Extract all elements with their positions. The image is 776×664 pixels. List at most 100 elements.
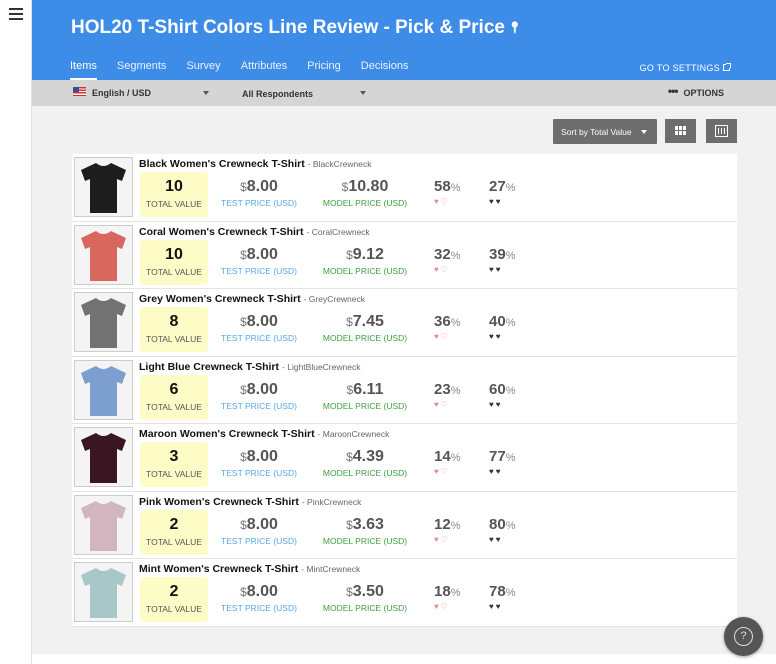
dislike-value: 40 — [489, 313, 506, 330]
test-price: $8.00 TEST PRICE (USD) — [214, 178, 304, 208]
model-price-value: 3.63 — [352, 515, 384, 533]
like-value: 14 — [434, 448, 451, 465]
item-name: Pink Women's Crewneck T-Shirt - PinkCrewn… — [139, 495, 362, 508]
item-name: Coral Women's Crewneck T-Shirt - CoralCre… — [139, 225, 370, 238]
item-row[interactable]: Grey Women's Crewneck T-Shirt - GreyCrewn… — [72, 289, 737, 357]
total-value-label: TOTAL VALUE — [146, 199, 202, 209]
like-value: 58 — [434, 178, 451, 195]
test-price: $8.00 TEST PRICE (USD) — [214, 448, 304, 478]
sort-dropdown[interactable]: Sort by Total Value — [553, 119, 657, 144]
dislike-value: 80 — [489, 515, 506, 533]
item-row[interactable]: Black Women's Crewneck T-Shirt - BlackCre… — [72, 154, 737, 222]
total-value: 8 — [169, 313, 179, 330]
item-code: - CoralCrewneck — [306, 226, 370, 237]
tab-pricing[interactable]: Pricing — [307, 60, 341, 80]
test-price-value: 8.00 — [246, 448, 278, 465]
dislike-percent: 27% ♥♥ — [489, 178, 529, 206]
tab-survey[interactable]: Survey — [186, 60, 220, 80]
model-price: $6.11 MODEL PRICE (USD) — [320, 381, 410, 411]
total-value: 10 — [165, 245, 183, 263]
like-percent: 12% ♥♡ — [434, 516, 474, 544]
item-thumbnail — [74, 562, 133, 622]
total-value-box: 10 TOTAL VALUE — [140, 172, 208, 217]
left-rail — [0, 0, 32, 664]
chevron-down-icon[interactable] — [203, 91, 209, 95]
broken-heart-icon: ♥♥ — [489, 399, 503, 409]
test-price: $8.00 TEST PRICE (USD) — [214, 246, 304, 276]
grid-view-button[interactable] — [665, 119, 696, 143]
dislike-value: 60 — [489, 380, 506, 398]
total-value-box: 3 TOTAL VALUE — [140, 442, 208, 487]
like-percent: 32% ♥♡ — [434, 246, 474, 274]
total-value-label: TOTAL VALUE — [146, 604, 202, 614]
tab-attributes[interactable]: Attributes — [241, 60, 287, 80]
heart-icon: ♥♡ — [434, 399, 450, 409]
test-price-label: TEST PRICE (USD) — [221, 603, 297, 613]
tshirt-icon — [81, 433, 126, 483]
item-code: - MaroonCrewneck — [317, 429, 390, 439]
tab-items[interactable]: Items — [70, 60, 97, 80]
chevron-down-icon[interactable] — [360, 91, 366, 95]
item-thumbnail — [74, 292, 133, 352]
model-price-value: 9.12 — [352, 245, 384, 263]
model-price-value: 7.45 — [352, 313, 384, 330]
model-price-label: MODEL PRICE (USD) — [322, 265, 408, 276]
help-button[interactable]: ? — [724, 617, 763, 656]
chevron-down-icon — [641, 130, 647, 134]
model-price-label: MODEL PRICE (USD) — [322, 400, 408, 411]
heart-icon: ♥♡ — [434, 264, 450, 274]
test-price-value: 8.00 — [246, 178, 278, 195]
model-price-label: MODEL PRICE (USD) — [322, 198, 408, 208]
total-value: 2 — [169, 583, 179, 600]
item-code: - BlackCrewneck — [307, 159, 372, 169]
item-row[interactable]: Maroon Women's Crewneck T-Shirt - MaroonC… — [72, 424, 737, 492]
item-row[interactable]: Coral Women's Crewneck T-Shirt - CoralCre… — [72, 222, 737, 289]
item-thumbnail — [74, 224, 133, 285]
model-price-label: MODEL PRICE (USD) — [322, 333, 408, 343]
building-icon — [715, 125, 728, 137]
like-percent: 23% ♥♡ — [434, 381, 474, 409]
model-price-value: 4.39 — [352, 448, 384, 465]
options-button[interactable]: ••• OPTIONS — [668, 84, 724, 99]
item-thumbnail — [74, 359, 133, 420]
model-price-label: MODEL PRICE (USD) — [322, 468, 408, 478]
item-code: - GreyCrewneck — [303, 294, 366, 304]
nav-tabs: Items Segments Survey Attributes Pricing… — [70, 60, 428, 80]
building-view-button[interactable] — [706, 119, 737, 143]
tab-segments[interactable]: Segments — [117, 60, 167, 80]
tshirt-icon — [81, 298, 126, 348]
item-thumbnail — [74, 427, 133, 487]
test-price: $8.00 TEST PRICE (USD) — [214, 313, 304, 343]
tshirt-icon — [81, 230, 126, 281]
tab-decisions[interactable]: Decisions — [361, 60, 409, 80]
dislike-percent: 40% ♥♥ — [489, 313, 529, 341]
dislike-value: 27 — [489, 178, 506, 195]
respondents-select[interactable]: All Respondents — [242, 89, 313, 99]
pin-icon[interactable]: 📍︎ — [508, 21, 522, 34]
go-to-settings-link[interactable]: GO TO SETTINGS — [640, 63, 731, 73]
item-row[interactable]: Pink Women's Crewneck T-Shirt - PinkCrewn… — [72, 492, 737, 559]
question-icon: ? — [734, 627, 753, 646]
total-value: 6 — [169, 380, 179, 398]
item-row[interactable]: Light Blue Crewneck T-Shirt - LightBlueCr… — [72, 357, 737, 424]
test-price-value: 8.00 — [246, 515, 278, 533]
model-price-value: 6.11 — [353, 380, 384, 398]
test-price-label: TEST PRICE (USD) — [221, 468, 297, 478]
broken-heart-icon: ♥♥ — [489, 332, 503, 341]
heart-icon: ♥♡ — [434, 467, 450, 476]
dislike-percent: 77% ♥♥ — [489, 448, 529, 476]
test-price-label: TEST PRICE (USD) — [221, 198, 297, 208]
tshirt-icon — [81, 365, 126, 416]
like-percent: 36% ♥♡ — [434, 313, 474, 341]
tshirt-icon — [81, 163, 126, 213]
item-list: Black Women's Crewneck T-Shirt - BlackCre… — [72, 154, 737, 627]
language-select[interactable]: English / USD — [92, 88, 151, 98]
heart-icon: ♥♡ — [434, 197, 450, 206]
item-code: - PinkCrewneck — [301, 496, 362, 507]
hamburger-menu-icon[interactable] — [9, 8, 23, 20]
item-name: Mint Women's Crewneck T-Shirt - MintCrewn… — [139, 563, 361, 575]
broken-heart-icon: ♥♥ — [489, 534, 503, 544]
item-row[interactable]: Mint Women's Crewneck T-Shirt - MintCrewn… — [72, 559, 737, 627]
dislike-percent: 78% ♥♥ — [489, 583, 529, 611]
total-value-label: TOTAL VALUE — [146, 469, 202, 479]
